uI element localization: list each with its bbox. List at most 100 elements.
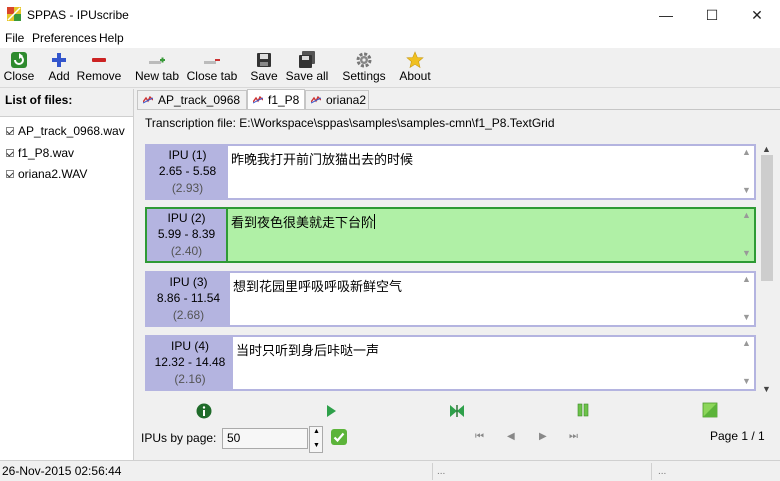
scroll-down-icon: ▼ (742, 376, 751, 386)
next-page-icon[interactable]: ▶ (539, 431, 547, 442)
spin-up-icon[interactable]: ▲ (313, 428, 320, 435)
transcription-file-label: Transcription file: E:\Workspace\sppas\s… (145, 116, 555, 130)
menu-file[interactable]: File (5, 31, 24, 45)
spin-down-icon[interactable]: ▼ (313, 442, 320, 449)
ipu-text-field[interactable]: 昨晚我打开前门放猫出去的时候 (228, 146, 754, 198)
waveform-icon (143, 96, 153, 104)
ipu-name: IPU (2) (167, 211, 206, 225)
close-file-icon (11, 52, 27, 68)
toolbar: Close Add Remove New tab Close tab Save … (0, 48, 780, 88)
last-page-icon[interactable]: ⏭ (569, 431, 578, 442)
scroll-down-icon: ▼ (742, 185, 751, 195)
remove-button[interactable]: Remove (77, 50, 121, 86)
new-tab-button[interactable]: New tab (134, 50, 180, 86)
settings-button[interactable]: Settings (341, 50, 387, 86)
ipu-text-field[interactable]: 看到夜色很美就走下台阶 (226, 209, 754, 261)
previous-page-icon[interactable]: ◀ (507, 431, 515, 442)
title-bar: SPPAS - IPUscribe — ☐ ✕ (0, 0, 780, 30)
pause-icon[interactable] (575, 402, 591, 418)
ipu-meta: IPU (4) 12.32 - 14.48 (2.16) (147, 337, 233, 389)
tab-ap-track[interactable]: AP_track_0968 (137, 90, 247, 109)
plus-icon (52, 53, 66, 67)
ipu-duration: (2.68) (172, 308, 205, 322)
ipu-scrollbar[interactable]: ▲ ▼ (739, 147, 753, 197)
waveform-icon (311, 96, 321, 104)
tab-oriana2[interactable]: oriana2 (305, 90, 369, 109)
ipu-meta: IPU (2) 5.99 - 8.39 (2.40) (147, 209, 226, 261)
save-all-button[interactable]: Save all (285, 50, 329, 86)
first-page-icon[interactable]: ⏮ (475, 431, 484, 442)
status-field: ... (658, 466, 667, 477)
close-tab-button[interactable]: Close tab (186, 50, 238, 86)
floppy-multiple-icon (299, 51, 315, 68)
status-field: ... (437, 466, 446, 477)
ipus-by-page-stepper[interactable]: ▲ ▼ (309, 426, 323, 453)
about-button[interactable]: About (398, 50, 432, 86)
text-caret (374, 214, 376, 229)
minimize-icon: — (659, 7, 673, 23)
ipu-text-field[interactable]: 当时只听到身后咔哒一声 (233, 337, 754, 389)
ipu-meta: IPU (3) 8.86 - 11.54 (2.68) (147, 273, 230, 325)
floppy-icon (257, 53, 271, 67)
ipu-range: 2.65 - 5.58 (158, 164, 217, 178)
close-icon: ✕ (751, 6, 763, 23)
menu-preferences[interactable]: Preferences (32, 31, 97, 45)
check-icon (6, 149, 14, 157)
apply-check-icon[interactable] (331, 429, 347, 445)
ipu-range: 5.99 - 8.39 (157, 227, 216, 241)
waveform-icon (253, 95, 263, 103)
stop-icon[interactable] (702, 402, 718, 418)
scroll-up-icon[interactable]: ▲ (762, 144, 771, 154)
maximize-icon: ☐ (705, 6, 719, 23)
close-window-button[interactable]: ✕ (734, 0, 780, 30)
maximize-button[interactable]: ☐ (689, 0, 735, 30)
save-button[interactable]: Save (250, 50, 278, 86)
ipu-duration: (2.93) (171, 181, 204, 195)
window-title: SPPAS - IPUscribe (27, 8, 129, 22)
close-button[interactable]: Close (3, 50, 35, 86)
ipu-meta: IPU (1) 2.65 - 5.58 (2.93) (147, 146, 228, 198)
gear-icon (356, 52, 372, 68)
scroll-up-icon: ▲ (742, 147, 751, 157)
play-selection-icon[interactable] (449, 403, 465, 419)
ipu-text-field[interactable]: 想到花园里呼吸呼吸新鲜空气 (230, 273, 754, 325)
ipu-duration: (2.40) (170, 244, 203, 258)
scroll-down-icon: ▼ (742, 312, 751, 322)
ipu-duration: (2.16) (174, 372, 206, 386)
ipu-scrollbar[interactable]: ▲ ▼ (739, 210, 753, 260)
tab-f1-p8[interactable]: f1_P8 (247, 89, 305, 109)
ipu-row: IPU (4) 12.32 - 14.48 (2.16) 当时只听到身后咔哒一声… (145, 335, 756, 391)
minimize-button[interactable]: — (643, 0, 689, 30)
minus-icon (92, 58, 106, 62)
ipu-name: IPU (1) (168, 148, 207, 162)
ipu-name: IPU (3) (169, 275, 208, 289)
ipus-by-page-input[interactable]: 50 (222, 428, 308, 449)
files-header: List of files: (5, 93, 73, 107)
file-list: AP_track_0968.wav f1_P8.wav oriana2.WAV (0, 116, 133, 460)
scroll-up-icon: ▲ (742, 338, 751, 348)
menu-bar: File Preferences Help (0, 30, 780, 48)
close-tab-icon (204, 59, 220, 64)
file-item[interactable]: oriana2.WAV (6, 167, 87, 181)
transcription-panel: Transcription file: E:\Workspace\sppas\s… (137, 109, 780, 460)
play-icon[interactable] (323, 403, 339, 419)
ipu-scrollbar[interactable]: ▲ ▼ (739, 338, 753, 388)
scroll-down-icon[interactable]: ▼ (762, 384, 771, 394)
ipu-row: IPU (2) 5.99 - 8.39 (2.40) 看到夜色很美就走下台阶 ▲… (145, 207, 756, 263)
ipu-list-scrollbar[interactable]: ▲ ▼ (759, 144, 775, 395)
scroll-thumb[interactable] (761, 155, 773, 281)
page-indicator: Page 1 / 1 (710, 429, 765, 443)
sppas-app-icon (7, 7, 21, 21)
ipu-row: IPU (3) 8.86 - 11.54 (2.68) 想到花园里呼吸呼吸新鲜空… (145, 271, 756, 327)
file-item[interactable]: f1_P8.wav (6, 146, 74, 160)
menu-help[interactable]: Help (99, 31, 124, 45)
scroll-up-icon: ▲ (742, 210, 751, 220)
add-button[interactable]: Add (45, 50, 73, 86)
ipus-by-page-label: IPUs by page: (141, 431, 217, 445)
check-icon (6, 127, 14, 135)
star-icon (406, 51, 424, 69)
ipu-range: 12.32 - 14.48 (154, 355, 226, 369)
info-icon[interactable] (196, 403, 212, 419)
ipu-scrollbar[interactable]: ▲ ▼ (739, 274, 753, 324)
file-item[interactable]: AP_track_0968.wav (6, 124, 125, 138)
